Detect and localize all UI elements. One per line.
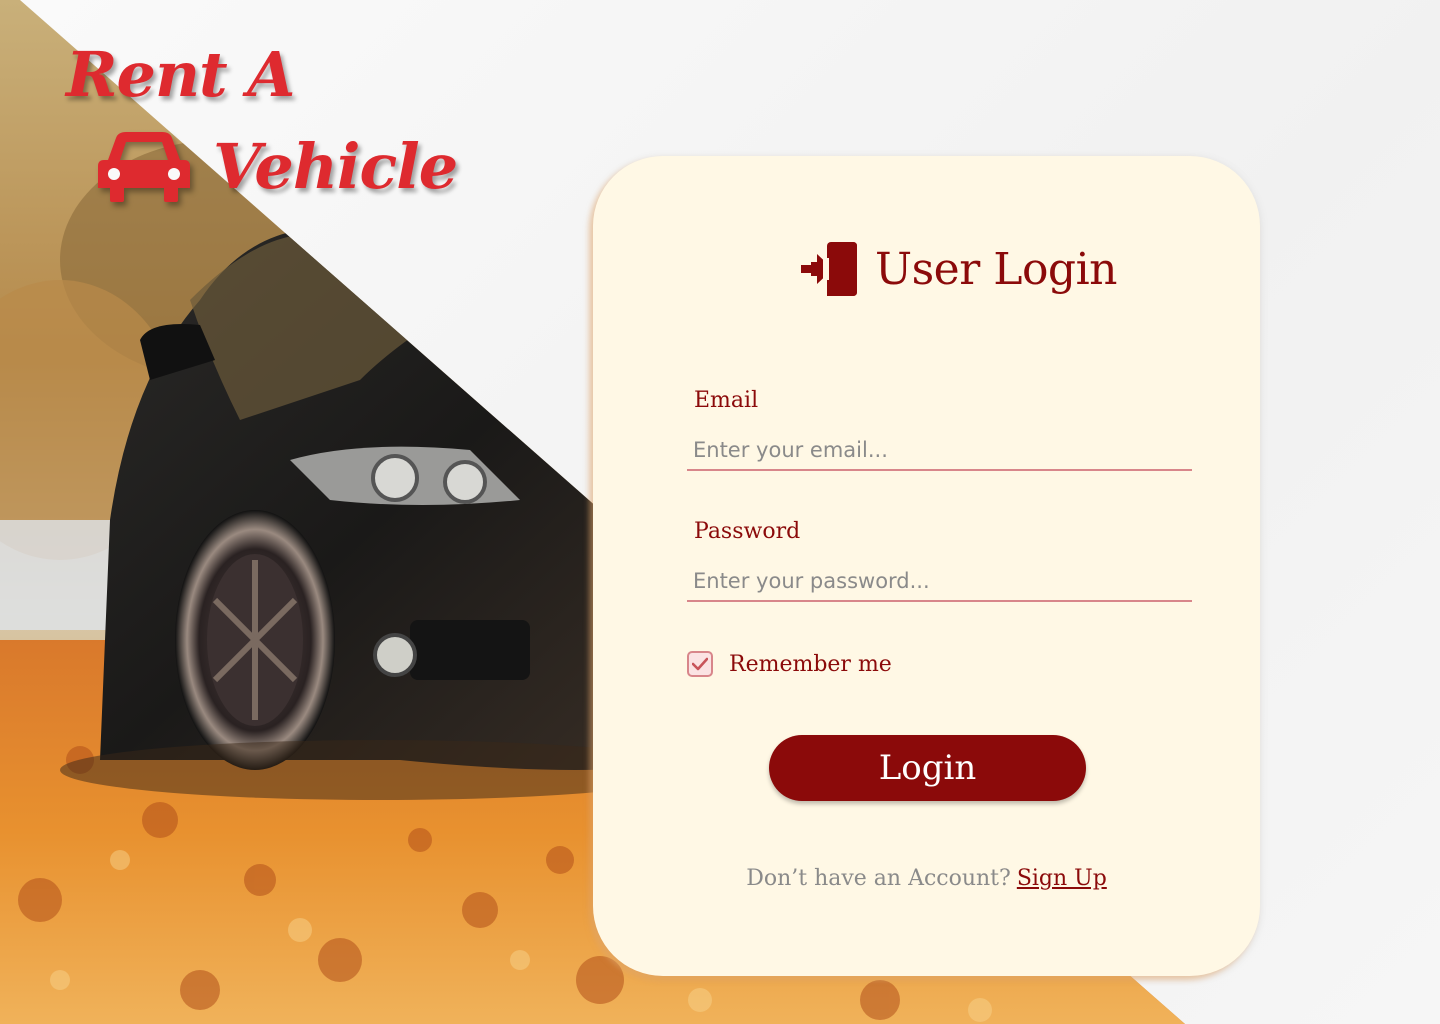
signup-link[interactable]: Sign Up bbox=[1017, 866, 1107, 891]
login-door-icon bbox=[801, 242, 857, 296]
signup-prompt-text: Don’t have an Account? bbox=[746, 866, 1011, 891]
login-button[interactable]: Login bbox=[769, 735, 1086, 801]
signup-prompt-row: Don’t have an Account? Sign Up bbox=[593, 866, 1260, 891]
car-icon bbox=[98, 132, 190, 202]
login-title-row: User Login bbox=[797, 238, 1118, 300]
password-input[interactable] bbox=[687, 562, 1192, 602]
password-label: Password bbox=[694, 519, 801, 544]
login-card: User Login Email Password Remember me Lo… bbox=[593, 156, 1260, 976]
brand-line2: Vehicle bbox=[213, 130, 458, 203]
brand-logo: Rent A Vehicle bbox=[60, 38, 460, 208]
email-field-group: Email bbox=[687, 388, 1192, 471]
password-field-group: Password bbox=[687, 519, 1192, 602]
remember-me-row[interactable]: Remember me bbox=[687, 651, 892, 677]
email-input[interactable] bbox=[687, 431, 1192, 471]
remember-me-label: Remember me bbox=[729, 651, 892, 677]
check-icon bbox=[692, 657, 708, 671]
page-title: User Login bbox=[875, 243, 1118, 295]
brand-line1: Rent A bbox=[66, 38, 295, 111]
email-label: Email bbox=[694, 388, 759, 413]
remember-me-checkbox[interactable] bbox=[687, 651, 713, 677]
